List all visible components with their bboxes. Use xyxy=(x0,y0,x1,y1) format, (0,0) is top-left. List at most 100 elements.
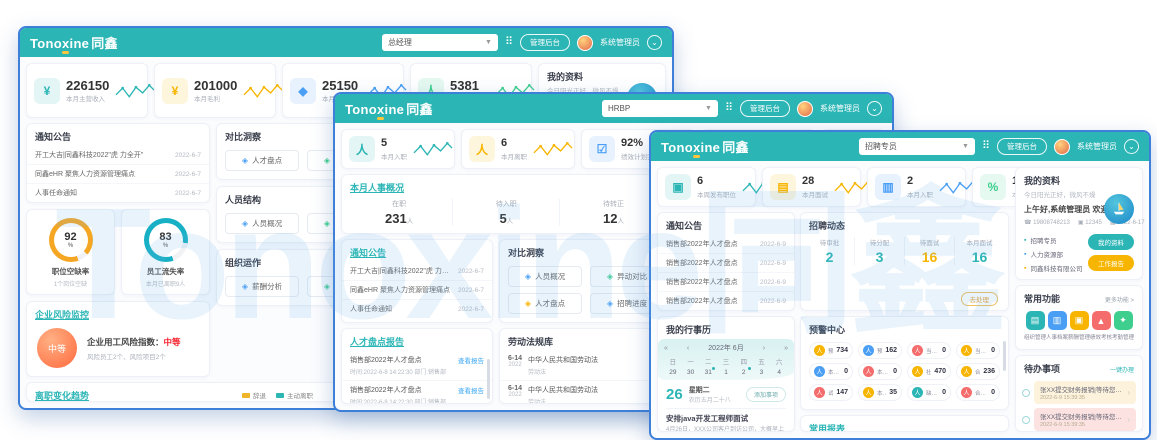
notice-item[interactable]: 开工大吉|同鑫科技2022"虎 力全开" 2022-6-7 xyxy=(342,262,492,281)
warning-chip[interactable]: 人 本月入职人员 0 xyxy=(809,363,853,380)
notice-item[interactable]: 销售部2022年人才盘点 2022-6-9 xyxy=(658,292,794,310)
notice-item[interactable]: 人事任命通知 2022-6-7 xyxy=(342,300,492,318)
gauge-ring: 92% xyxy=(49,218,93,262)
recruit-stage[interactable]: 待面试16 xyxy=(904,237,954,265)
talent-report-title[interactable]: 人才盘点报告 xyxy=(342,329,492,351)
law-item[interactable]: 6-142022 中华人民共和国劳动法劳动法 xyxy=(500,351,660,381)
add-event-button[interactable]: 添加事项 xyxy=(746,387,786,402)
profile-avatar[interactable] xyxy=(1104,194,1134,224)
view-report-link[interactable]: 查看报告 xyxy=(458,385,484,395)
analysis-button[interactable]: ◈人才盘点 xyxy=(225,150,299,171)
recruit-stage[interactable]: 待审批2 xyxy=(805,237,854,265)
warning-chip[interactable]: 人 合同未办理人员 236 xyxy=(956,363,1000,380)
warning-chip[interactable]: 人 缺少工资标准人员 0 xyxy=(907,384,951,401)
stat-card[interactable]: ▤ 28 本月面试 xyxy=(762,167,861,207)
notice-title[interactable]: 通知公告 xyxy=(342,240,492,262)
phone-icon: ☎ 19808748213 xyxy=(1024,219,1070,226)
notice-item[interactable]: 同鑫eHR 聚焦人力资源管理痛点 2022-6-7 xyxy=(27,165,209,184)
calendar-day[interactable]: 1 xyxy=(717,369,735,376)
warning-chip[interactable]: 人 当月旷工人员 0 xyxy=(907,342,951,359)
notice-item[interactable]: 人事任命通知 2022-6-7 xyxy=(27,184,209,202)
warning-chip[interactable]: 人 预计当月转正 734 xyxy=(809,342,853,359)
reports-title[interactable]: 常用报表 xyxy=(801,416,1008,432)
calendar-day[interactable]: 3 xyxy=(753,369,771,376)
notice-item[interactable]: 销售部2022年人才盘点 2022-6-9 xyxy=(658,273,794,292)
warning-chip[interactable]: 人 本月生日人员 35 xyxy=(858,384,902,401)
my-profile-button[interactable]: 我的资料 xyxy=(1088,234,1134,250)
quick-function-tile[interactable]: ▲ 绩效考核 xyxy=(1090,311,1112,341)
warning-chip[interactable]: 人 试用期将转正 147 xyxy=(809,384,853,401)
admin-console-button[interactable]: 管理后台 xyxy=(997,138,1047,155)
todo-item[interactable]: 张XX提交财务报销|等待您处理 2022-6-9 15:39:35 › xyxy=(1022,381,1136,404)
calendar-next-year-icon[interactable]: » xyxy=(784,345,788,352)
notice-text: 人事任命通知 xyxy=(35,188,77,198)
warning-chip[interactable]: 人 社保未办理人员 470 xyxy=(907,363,951,380)
legend-item[interactable]: 辞退 xyxy=(242,390,266,400)
collapse-chevron-icon[interactable]: ⌄ xyxy=(1124,139,1139,154)
notice-item[interactable]: 同鑫eHR 聚焦人力资源管理痛点 2022-6-7 xyxy=(342,281,492,300)
user-avatar[interactable] xyxy=(1054,139,1070,155)
analysis-button[interactable]: ◈人员概况 xyxy=(508,266,582,287)
role-select[interactable]: HRBP▼ xyxy=(602,100,718,117)
stat-card[interactable]: 人 5 本月入职 xyxy=(341,129,455,169)
handle-all-link[interactable]: 一键办理 xyxy=(1110,365,1134,374)
warning-chip[interactable]: 人 当月上岗人数 0 xyxy=(956,342,1000,359)
stat-card[interactable]: ¥ 201000 本月毛利 xyxy=(154,63,276,118)
talent-report-item[interactable]: 销售部2022年人才盘点查看报告 时间:2022-6-8 14:22:30 部门… xyxy=(342,351,492,381)
recruit-stage[interactable]: 本月面试16 xyxy=(954,237,1004,265)
warning-chip[interactable]: 人 合同即将到期 0 xyxy=(956,384,1000,401)
apps-grid-icon[interactable]: ⠿ xyxy=(725,103,733,114)
analysis-button[interactable]: ◈人员概况 xyxy=(225,213,299,234)
warning-chip[interactable]: 人 本月离职人员 0 xyxy=(858,363,902,380)
stat-card[interactable]: ▣ 6 本周发布职位 xyxy=(657,167,756,207)
more-functions-link[interactable]: 更多功能 > xyxy=(1105,295,1134,304)
stat-card[interactable]: 人 6 本月离职 xyxy=(461,129,575,169)
user-avatar[interactable] xyxy=(797,101,813,117)
view-report-link[interactable]: 查看报告 xyxy=(458,355,484,365)
calendar-day[interactable]: 30 xyxy=(682,369,700,376)
calendar-day[interactable]: 2 xyxy=(735,369,753,376)
talent-report-item[interactable]: 销售部2022年人才盘点查看报告 时间:2022-6-8 14:22:30 部门… xyxy=(342,381,492,404)
notice-item[interactable]: 开工大吉|同鑫科技2022"虎 力全开" 2022-6-7 xyxy=(27,146,209,165)
calendar-day[interactable]: 4 xyxy=(770,369,788,376)
apps-grid-icon[interactable]: ⠿ xyxy=(505,37,513,48)
work-report-button[interactable]: 工作报告 xyxy=(1088,255,1134,271)
warning-chip[interactable]: 人 预计当月离职 162 xyxy=(858,342,902,359)
scrollbar[interactable] xyxy=(1003,341,1006,371)
quick-function-tile[interactable]: ▥ 人事档案 xyxy=(1046,311,1068,341)
sparkline xyxy=(533,139,573,159)
todo-checkbox[interactable] xyxy=(1022,416,1030,424)
admin-console-button[interactable]: 管理后台 xyxy=(740,100,790,117)
warning-icon: 人 xyxy=(814,345,825,356)
calendar-next-month-icon[interactable]: › xyxy=(763,345,765,352)
stat-card[interactable]: ¥ 226150 本月主营收入 xyxy=(26,63,148,118)
quick-function-tile[interactable]: ▣ 薪酬管理 xyxy=(1068,311,1090,341)
calendar-event-title[interactable]: 安排java开发工程师面试 xyxy=(666,408,786,424)
calendar-day[interactable]: 31 xyxy=(699,369,717,376)
collapse-chevron-icon[interactable]: ⌄ xyxy=(867,101,882,116)
stat-card[interactable]: ▥ 2 本月入职 xyxy=(867,167,966,207)
todo-checkbox[interactable] xyxy=(1022,389,1030,397)
user-avatar[interactable] xyxy=(577,35,593,51)
role-select[interactable]: 招聘专员▼ xyxy=(859,138,975,155)
quick-function-tile[interactable]: ▤ 组织管理 xyxy=(1024,311,1046,341)
notice-item[interactable]: 销售部2022年人才盘点 2022-6-9 xyxy=(658,235,794,254)
risk-title[interactable]: 企业风险监控 xyxy=(27,302,209,324)
law-item[interactable]: 6-142022 中华人民共和国劳动法劳动法 xyxy=(500,381,660,404)
legend-item[interactable]: 主动离职 xyxy=(276,390,313,400)
role-select[interactable]: 总经理▼ xyxy=(382,34,498,51)
apps-grid-icon[interactable]: ⠿ xyxy=(982,141,990,152)
analysis-button[interactable]: ◈薪酬分析 xyxy=(225,276,299,297)
scrollbar[interactable] xyxy=(487,359,490,399)
collapse-chevron-icon[interactable]: ⌄ xyxy=(647,35,662,50)
recruit-stage[interactable]: 待分配3 xyxy=(854,237,904,265)
notice-item[interactable]: 销售部2022年人才盘点 2022-6-9 xyxy=(658,254,794,273)
calendar-prev-month-icon[interactable]: ‹ xyxy=(687,345,689,352)
quick-function-tile[interactable]: ✦ 考勤管理 xyxy=(1112,311,1134,341)
analysis-button[interactable]: ◈人才盘点 xyxy=(508,293,582,314)
handle-now-button[interactable]: 去处理 xyxy=(961,292,999,306)
calendar-day[interactable]: 29 xyxy=(664,369,682,376)
todo-item[interactable]: 张XX提交财务报销|等待您处理紧急 2022-6-9 15:39:35 › xyxy=(1022,408,1136,431)
admin-console-button[interactable]: 管理后台 xyxy=(520,34,570,51)
calendar-prev-year-icon[interactable]: « xyxy=(664,345,668,352)
